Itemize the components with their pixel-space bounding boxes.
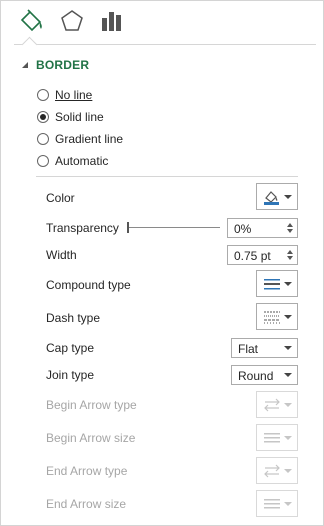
radio-label: Automatic [55,154,109,168]
spin-down-icon[interactable] [287,256,293,260]
chevron-down-icon [284,315,292,319]
begin-arrow-size-label: Begin Arrow size [46,431,136,445]
transparency-slider-track[interactable] [128,227,220,228]
section-title-border[interactable]: BORDER [36,58,89,72]
arrow-size-icon [263,496,281,512]
spin-up-icon[interactable] [287,250,293,254]
compound-type-label: Compound type [46,278,131,292]
radio-button[interactable] [37,111,49,123]
arrow-type-icon [263,463,281,479]
radio-no-line[interactable]: No line [37,87,92,103]
radio-automatic[interactable]: Automatic [37,153,108,169]
begin-arrow-type-dropdown[interactable] [256,391,298,418]
radio-label: No line [55,88,93,102]
bar-chart-icon[interactable] [98,8,126,34]
radio-button[interactable] [37,155,49,167]
radio-button[interactable] [37,89,49,101]
dash-lines-icon [263,309,281,325]
color-picker-button[interactable] [256,183,298,210]
transparency-slider-thumb[interactable] [127,222,129,233]
cap-type-value: Flat [238,342,259,356]
radio-solid-line[interactable]: Solid line [37,109,104,125]
end-arrow-size-label: End Arrow size [46,497,127,511]
radio-label: Gradient line [55,132,124,146]
compound-type-dropdown[interactable] [256,270,298,297]
chevron-down-icon [284,282,292,286]
chevron-down-icon [284,346,292,350]
end-arrow-size-dropdown[interactable] [256,490,298,517]
transparency-spinner[interactable]: 0% [227,218,298,238]
dash-type-dropdown[interactable] [256,303,298,330]
pentagon-icon[interactable] [58,8,86,34]
radio-label: Solid line [55,110,104,124]
transparency-label: Transparency [46,221,119,235]
cap-type-label: Cap type [46,341,95,355]
arrow-size-icon [263,430,281,446]
join-type-label: Join type [46,368,95,382]
collapse-triangle-icon[interactable] [22,62,28,68]
section-divider [36,176,298,177]
chevron-down-icon [284,373,292,377]
chevron-down-icon [284,195,292,199]
chevron-down-icon [284,502,292,506]
color-label: Color [46,191,75,205]
radio-button[interactable] [37,133,49,145]
pen-color-icon [263,189,281,205]
dash-type-label: Dash type [46,311,101,325]
width-spinner[interactable]: 0.75 pt [227,245,298,265]
begin-arrow-size-dropdown[interactable] [256,424,298,451]
join-type-value: Round [238,369,274,383]
end-arrow-type-label: End Arrow type [46,464,128,478]
compound-lines-icon [263,276,281,292]
width-label: Width [46,248,77,262]
tab-separator [14,44,316,45]
cap-type-select[interactable]: Flat [231,338,298,358]
spin-down-icon[interactable] [287,229,293,233]
begin-arrow-type-label: Begin Arrow type [46,398,137,412]
chevron-down-icon [284,403,292,407]
transparency-value: 0% [234,222,252,236]
spin-up-icon[interactable] [287,223,293,227]
chevron-down-icon [284,436,292,440]
width-value: 0.75 pt [234,249,271,263]
join-type-select[interactable]: Round [231,365,298,385]
arrow-type-icon [263,397,281,413]
paint-bucket-icon[interactable] [18,8,46,34]
radio-gradient-line[interactable]: Gradient line [37,131,123,147]
chevron-down-icon [284,469,292,473]
end-arrow-type-dropdown[interactable] [256,457,298,484]
